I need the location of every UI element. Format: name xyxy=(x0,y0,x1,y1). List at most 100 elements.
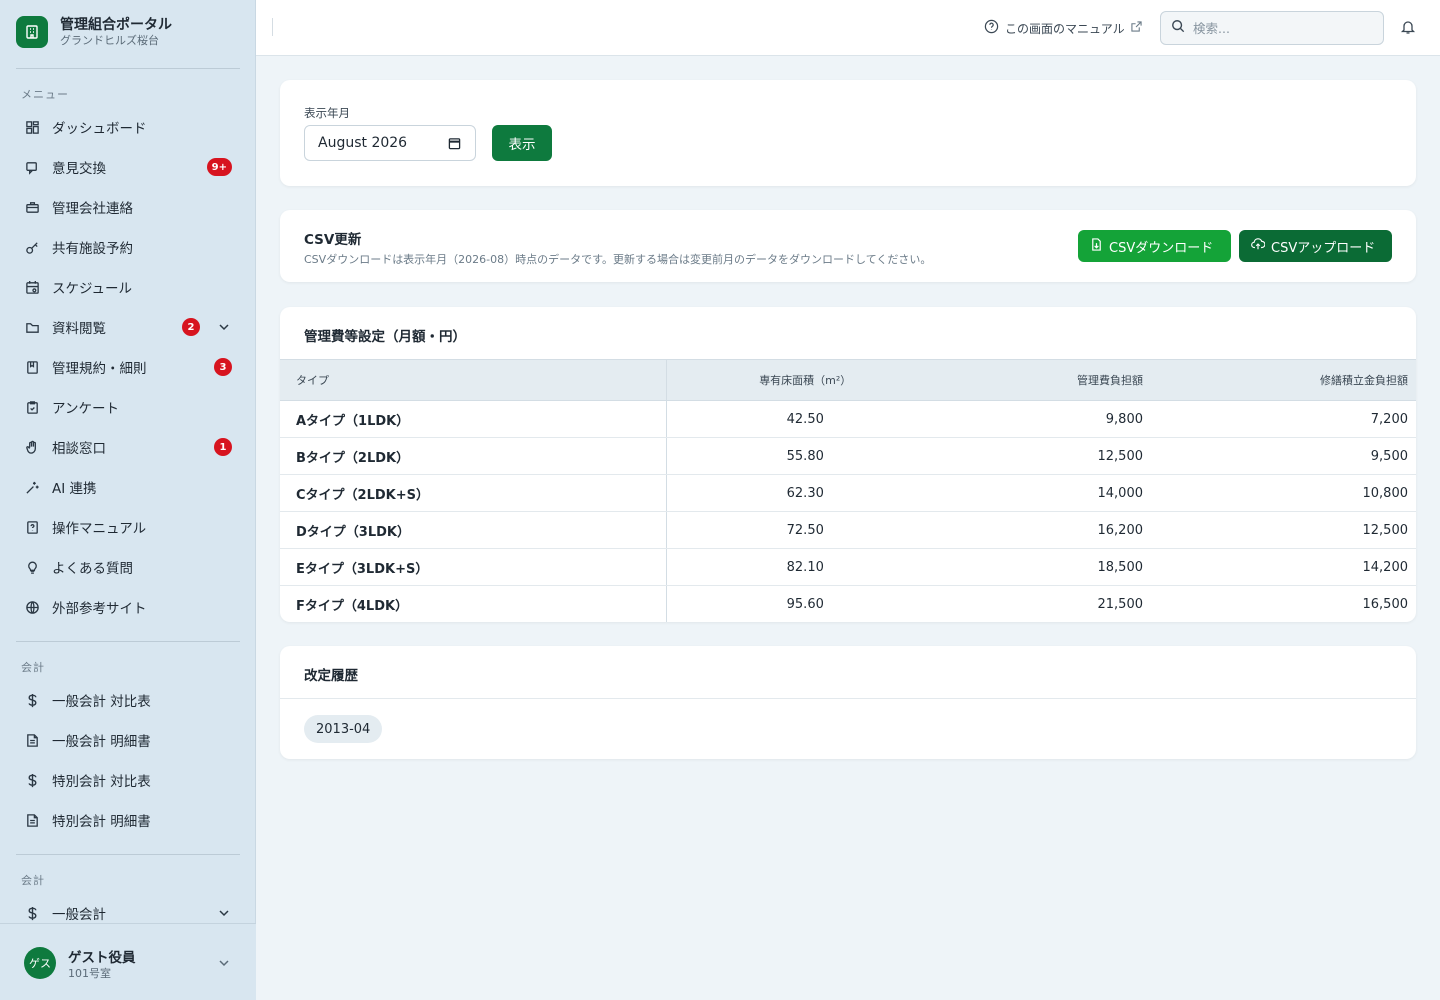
menu-section-label: メニュー xyxy=(21,88,69,101)
cell-type: Cタイプ（2LDK+S） xyxy=(280,474,667,512)
csv-description: CSVダウンロードは表示年月（2026-08）時点のデータです。更新する場合は変… xyxy=(304,253,932,266)
sidebar-item-management-contact[interactable]: 管理会社連絡 xyxy=(16,189,240,225)
accounting2-section-label: 会計 xyxy=(21,874,45,887)
sidebar-item-label: 相談窓口 xyxy=(52,441,106,457)
chevron-down-icon[interactable] xyxy=(218,321,230,333)
table-row: Fタイプ（4LDK） 95.60 21,500 16,500 xyxy=(280,585,1416,622)
cell-area: 82.10 xyxy=(666,548,944,586)
dashboard-icon xyxy=(24,119,40,135)
accounting-section-label: 会計 xyxy=(21,661,45,674)
sidebar-item-label: 操作マニュアル xyxy=(52,521,147,537)
notification-badge: 3 xyxy=(214,358,232,376)
cell-management-fee: 21,500 xyxy=(1097,596,1144,612)
cell-area: 62.30 xyxy=(666,474,944,512)
csv-upload-button[interactable]: CSVアップロード xyxy=(1239,230,1392,262)
month-field-label: 表示年月 xyxy=(304,106,350,120)
sidebar-item-manual[interactable]: 操作マニュアル xyxy=(16,509,240,545)
fee-settings-card: 管理費等設定（月額・円） タイプ 専有床面積（m²） 管理費負担額 修繕積立金負… xyxy=(280,307,1416,622)
fee-table: タイプ 専有床面積（m²） 管理費負担額 修繕積立金負担額 Aタイプ（1LDK）… xyxy=(280,359,1416,622)
table-row: Cタイプ（2LDK+S） 62.30 14,000 10,800 xyxy=(280,474,1416,512)
sidebar-item-special-comparison[interactable]: 特別会計 対比表 xyxy=(16,762,240,798)
brand-title: 管理組合ポータル xyxy=(60,17,172,33)
sidebar-item-schedule[interactable]: スケジュール xyxy=(16,269,240,305)
book-icon xyxy=(24,359,40,375)
user-menu[interactable]: ゲス ゲスト役員 101号室 xyxy=(0,923,256,1000)
chevron-down-icon[interactable] xyxy=(218,957,230,973)
cell-repair-reserve: 12,500 xyxy=(1143,511,1416,549)
table-header-row: タイプ 専有床面積（m²） 管理費負担額 修繕積立金負担額 xyxy=(280,359,1416,401)
notification-badge: 2 xyxy=(182,318,200,336)
sidebar-item-faq[interactable]: よくある質問 xyxy=(16,549,240,585)
sidebar-item-label: スケジュール xyxy=(52,281,133,297)
divider xyxy=(280,698,1416,699)
lightbulb-icon xyxy=(24,559,40,575)
cell-repair-reserve: 14,200 xyxy=(1143,548,1416,586)
column-header-management-fee: 管理費負担額 xyxy=(944,359,1143,401)
divider xyxy=(16,68,240,69)
cell-type: Aタイプ（1LDK） xyxy=(280,400,667,438)
sidebar-item-label: AI 連携 xyxy=(52,481,97,497)
clipboard-icon xyxy=(24,399,40,415)
search-box[interactable] xyxy=(1160,11,1384,45)
sidebar-item-label: ダッシュボード xyxy=(52,121,147,137)
bell-icon[interactable] xyxy=(1400,19,1416,39)
sidebar-item-ai[interactable]: AI 連携 xyxy=(16,469,240,505)
folder-icon xyxy=(24,319,40,335)
dollar-icon xyxy=(24,905,40,921)
sparkle-icon xyxy=(24,479,40,495)
sidebar-item-facility-booking[interactable]: 共有施設予約 xyxy=(16,229,240,265)
sidebar-item-label: 意見交換 xyxy=(52,161,106,177)
revision-history-card: 改定履歴 2013-04 xyxy=(280,646,1416,759)
divider xyxy=(16,854,240,855)
sidebar-item-general-statement[interactable]: 一般会計 明細書 xyxy=(16,722,240,758)
month-input[interactable]: August 2026 xyxy=(304,125,476,161)
search-input[interactable] xyxy=(1193,20,1373,36)
cell-area: 95.60 xyxy=(786,596,824,612)
revision-chip[interactable]: 2013-04 xyxy=(304,715,383,743)
table-row: Eタイプ（3LDK+S） 82.10 18,500 14,200 xyxy=(280,548,1416,586)
csv-download-button[interactable]: CSVダウンロード xyxy=(1078,230,1231,262)
cell-management-fee: 12,500 xyxy=(944,437,1143,475)
chevron-down-icon[interactable] xyxy=(218,907,230,919)
top-header: この画面のマニュアル xyxy=(256,0,1440,56)
sidebar-item-external-sites[interactable]: 外部参考サイト xyxy=(16,589,240,625)
sidebar-item-discussion[interactable]: 意見交換 9+ xyxy=(16,149,240,185)
sidebar-item-consultation[interactable]: 相談窓口 1 xyxy=(16,429,240,465)
document-icon xyxy=(24,732,40,748)
sidebar-item-survey[interactable]: アンケート xyxy=(16,389,240,425)
fee-settings-title: 管理費等設定（月額・円） xyxy=(304,329,466,345)
sidebar-item-label: 資料閲覧 xyxy=(52,321,106,337)
calendar-icon[interactable] xyxy=(448,137,461,154)
building-icon xyxy=(16,16,48,48)
sidebar-item-general-comparison[interactable]: 一般会計 対比表 xyxy=(16,682,240,718)
sidebar-item-label: 外部参考サイト xyxy=(52,601,147,617)
csv-title: CSV更新 xyxy=(304,232,362,248)
cell-management-fee: 9,800 xyxy=(944,400,1143,438)
sidebar-item-bylaws[interactable]: 管理規約・細則 3 xyxy=(16,349,240,385)
sidebar-item-dashboard[interactable]: ダッシュボード xyxy=(16,109,240,145)
month-input-value: August 2026 xyxy=(318,135,408,151)
cloud-upload-icon xyxy=(1251,237,1266,255)
dollar-icon xyxy=(24,772,40,788)
brand[interactable]: 管理組合ポータル グランドヒルズ桜台 xyxy=(16,16,172,48)
dollar-icon xyxy=(24,692,40,708)
cell-management-fee: 14,000 xyxy=(944,474,1143,512)
divider xyxy=(16,641,240,642)
sidebar-item-label: 管理規約・細則 xyxy=(52,361,147,377)
filter-card: 表示年月 August 2026 表示 xyxy=(280,80,1416,186)
table-row: Aタイプ（1LDK） 42.50 9,800 7,200 xyxy=(280,400,1416,438)
help-circle-icon xyxy=(984,19,999,37)
briefcase-icon xyxy=(24,199,40,215)
table-row: Dタイプ（3LDK） 72.50 16,200 12,500 xyxy=(280,511,1416,549)
globe-icon xyxy=(24,599,40,615)
sidebar-item-special-statement[interactable]: 特別会計 明細書 xyxy=(16,802,240,838)
screen-manual-link[interactable]: この画面のマニュアル xyxy=(984,19,1142,37)
csv-download-label: CSVダウンロード xyxy=(1109,240,1214,256)
cell-type: Eタイプ（3LDK+S） xyxy=(280,548,667,586)
notification-badge: 9+ xyxy=(206,158,232,176)
show-button[interactable]: 表示 xyxy=(492,125,552,161)
header-separator xyxy=(272,18,273,36)
sidebar-item-documents[interactable]: 資料閲覧 2 xyxy=(16,309,240,345)
column-header-type: タイプ xyxy=(280,359,667,401)
sidebar-item-label: 一般会計 対比表 xyxy=(52,694,151,710)
